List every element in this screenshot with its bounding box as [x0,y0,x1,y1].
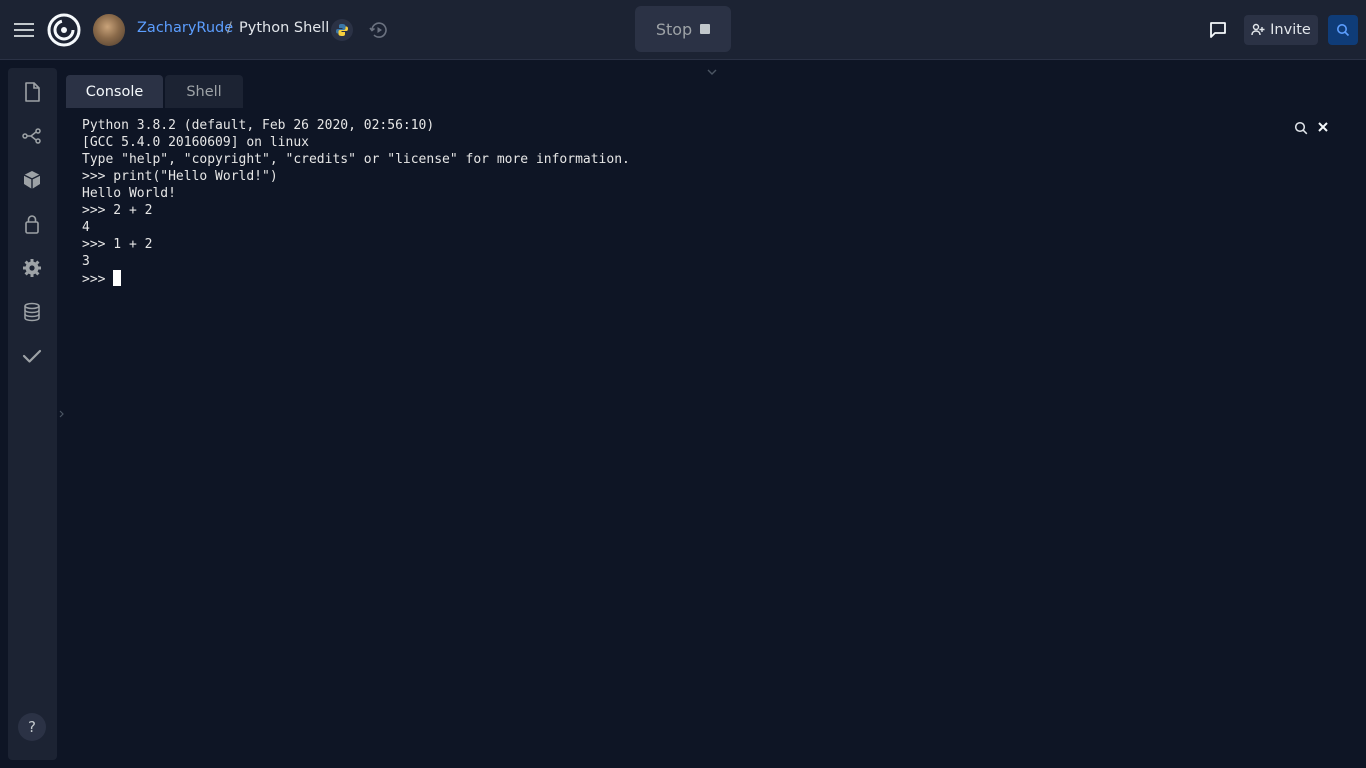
add-user-icon [1251,23,1265,36]
files-icon[interactable] [20,80,44,104]
history-icon[interactable] [368,19,390,41]
breadcrumb-user-link[interactable]: ZacharyRude [137,20,233,36]
console-line: >>> 1 + 2 [82,237,153,252]
console-line: Type "help", "copyright", "credits" or "… [82,152,630,167]
text-cursor [113,270,122,286]
tab-console[interactable]: Console [66,75,163,108]
console-line: >>> 2 + 2 [82,203,153,218]
database-icon[interactable] [20,300,44,324]
packages-icon[interactable] [20,168,44,192]
console-line: [GCC 5.4.0 20160609] on linux [82,135,309,150]
close-icon[interactable] [1316,119,1330,133]
console-line: 4 [82,220,90,235]
top-bar: ZacharyRude / Python Shell Stop Invite [0,0,1366,60]
stop-square-icon [700,24,711,34]
console-line: >>> print("Hello World!") [82,169,278,184]
collapse-chevron-icon[interactable] [704,64,720,78]
help-button[interactable]: ? [18,713,46,741]
chat-icon[interactable] [1206,18,1230,42]
breadcrumb-separator: / [227,20,232,36]
secrets-icon[interactable] [20,212,44,236]
console-search-icon[interactable] [1294,120,1308,135]
console-line: Python 3.8.2 (default, Feb 26 2020, 02:5… [82,118,435,133]
console-output: Python 3.8.2 (default, Feb 26 2020, 02:5… [82,117,630,287]
search-icon[interactable] [1328,15,1358,45]
console-input-line[interactable]: >>> [82,270,630,287]
console-line: 3 [82,254,90,269]
stop-button[interactable]: Stop [635,6,731,52]
menu-icon[interactable] [12,18,36,42]
settings-icon[interactable] [20,256,44,280]
tab-bar: Console Shell [66,75,245,108]
sidebar: ? [8,68,57,760]
version-control-icon[interactable] [20,124,44,148]
console-line: Hello World! [82,186,176,201]
unit-tests-icon[interactable] [20,344,44,368]
stop-label: Stop [655,19,693,39]
invite-button[interactable]: Invite [1244,15,1318,45]
replit-logo-icon[interactable] [47,13,81,47]
python-icon[interactable] [331,19,353,41]
console-prompt: >>> [82,272,114,287]
repl-name[interactable]: Python Shell [239,20,329,36]
user-avatar[interactable] [93,14,125,46]
console-panel[interactable]: Python 3.8.2 (default, Feb 26 2020, 02:5… [66,108,1358,760]
invite-label: Invite [1270,22,1311,38]
tab-shell[interactable]: Shell [165,75,243,108]
